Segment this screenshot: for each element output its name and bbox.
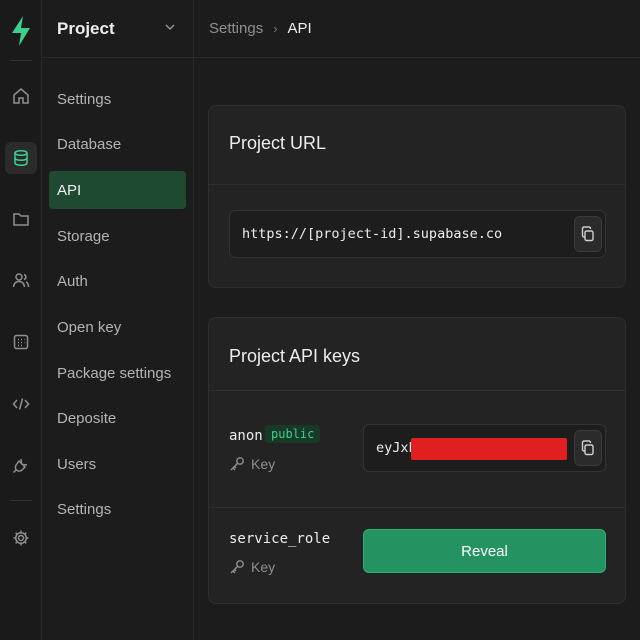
key-icon <box>230 560 244 574</box>
api-keys-card: Project API keys anon public Key eyJxh s… <box>208 317 626 604</box>
chevron-right-icon: › <box>273 21 278 36</box>
copy-anon-key-button[interactable] <box>574 430 602 466</box>
database-icon[interactable] <box>5 142 37 174</box>
rail-divider <box>10 60 32 61</box>
sidebar-item-auth[interactable]: Auth <box>49 262 186 300</box>
anon-key-field[interactable]: eyJxh <box>363 424 606 472</box>
api-keys-title: Project API keys <box>229 346 361 366</box>
plug-icon[interactable] <box>5 449 37 481</box>
settings-sidebar: Settings Database API Storage Auth Open … <box>42 58 194 640</box>
anon-key-sub: Key <box>229 456 275 472</box>
chevron-down-icon <box>165 24 175 31</box>
sidebar-item-settings-bottom[interactable]: Settings <box>49 490 186 528</box>
icon-rail <box>0 0 42 640</box>
sidebar-item-database[interactable]: Database <box>49 125 186 163</box>
public-badge: public <box>265 425 321 443</box>
copy-url-button[interactable] <box>574 216 602 252</box>
code-icon[interactable] <box>5 388 37 420</box>
anon-key-label: anon <box>229 428 263 444</box>
project-url-card: Project URL https://[project-id].supabas… <box>208 105 626 288</box>
project-url-value: https://[project-id].supabase.co <box>242 226 503 242</box>
sidebar-item-storage[interactable]: Storage <box>49 217 186 255</box>
card-divider <box>209 184 625 185</box>
service-role-label: service_role <box>229 531 331 547</box>
sidebar-item-users[interactable]: Users <box>49 445 186 483</box>
logo-icon[interactable] <box>8 14 34 48</box>
copy-icon <box>581 226 594 242</box>
key-icon <box>230 457 244 471</box>
sidebar-item-api[interactable]: API <box>49 171 186 209</box>
row-divider <box>209 507 625 508</box>
sidebar-item-open-key[interactable]: Open key <box>49 308 186 346</box>
home-icon[interactable] <box>5 80 37 112</box>
redaction-bar <box>411 438 567 460</box>
anon-key-sub-label: Key <box>251 456 276 472</box>
sidebar-item-deposite[interactable]: Deposite <box>49 399 186 437</box>
breadcrumb-settings[interactable]: Settings <box>209 20 263 37</box>
top-bar: Project Settings › API <box>42 0 640 58</box>
users-icon[interactable] <box>5 264 37 296</box>
reveal-button[interactable]: Reveal <box>363 529 606 573</box>
breadcrumb-api: API <box>287 20 312 37</box>
gear-icon[interactable] <box>5 522 37 554</box>
sidebar-item-settings[interactable]: Settings <box>49 80 186 118</box>
copy-icon <box>581 440 594 456</box>
breadcrumb: Settings › API <box>209 20 312 37</box>
project-url-title: Project URL <box>229 133 327 153</box>
sidebar-item-package-settings[interactable]: Package settings <box>49 354 186 392</box>
card-divider <box>209 390 625 391</box>
project-url-field[interactable]: https://[project-id].supabase.co <box>229 210 606 258</box>
service-role-sub-label: Key <box>251 559 276 575</box>
rail-divider <box>10 500 32 501</box>
project-name: Project <box>57 19 115 38</box>
calendar-icon[interactable] <box>5 326 37 358</box>
service-role-sub: Key <box>229 559 275 575</box>
folder-icon[interactable] <box>5 203 37 235</box>
project-selector[interactable]: Project <box>42 0 194 58</box>
